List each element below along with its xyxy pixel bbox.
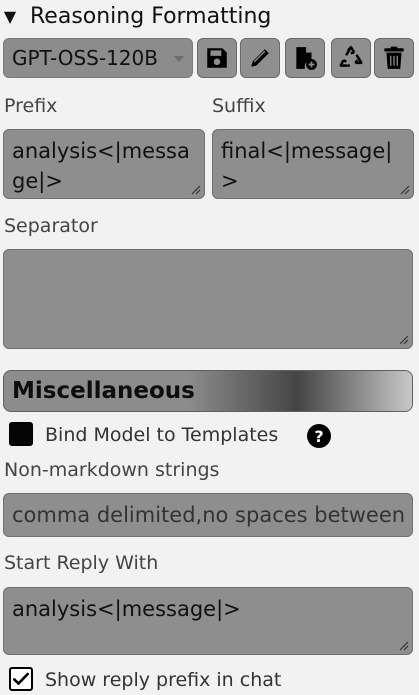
collapse-caret-icon[interactable]: ▼ (2, 7, 18, 26)
non-markdown-input[interactable]: comma delimited,no spaces between (3, 493, 413, 537)
resize-grip-icon[interactable] (397, 639, 409, 651)
dropdown-arrow-icon (174, 56, 184, 62)
start-reply-value: analysis<|message|> (12, 597, 241, 621)
prefix-textarea[interactable]: analysis<|message|> (3, 129, 205, 199)
recycle-icon (339, 45, 363, 67)
start-reply-textarea[interactable]: analysis<|message|> (3, 587, 413, 655)
non-markdown-placeholder: comma delimited,no spaces between (12, 503, 406, 527)
bind-model-label: Bind Model to Templates (45, 424, 279, 446)
show-prefix-checkbox[interactable] (9, 667, 33, 691)
resize-grip-icon[interactable] (397, 333, 409, 345)
new-file-icon (296, 47, 317, 70)
suffix-textarea[interactable]: final<|message|> (212, 129, 414, 199)
separator-label: Separator (4, 215, 98, 237)
resize-grip-icon[interactable] (398, 183, 410, 195)
new-preset-button[interactable] (285, 38, 325, 78)
non-markdown-label: Non-markdown strings (4, 459, 220, 481)
start-reply-label: Start Reply With (4, 552, 159, 574)
reasoning-formatting-header[interactable]: ▼ Reasoning Formatting (2, 0, 272, 32)
separator-textarea[interactable] (3, 249, 413, 349)
edit-icon (251, 49, 269, 67)
miscellaneous-title: Miscellaneous (12, 378, 195, 404)
checkmark-icon (13, 672, 29, 685)
bind-model-checkbox[interactable] (9, 422, 33, 446)
prefix-value: analysis<|message|> (12, 139, 190, 193)
suffix-value: final<|message|> (221, 139, 393, 193)
prefix-label: Prefix (4, 95, 58, 117)
section-title: Reasoning Formatting (30, 3, 272, 29)
preset-select-value: GPT-OSS-120B (12, 46, 158, 70)
rename-preset-button[interactable] (240, 38, 280, 78)
show-prefix-label: Show reply prefix in chat (45, 669, 282, 691)
help-icon[interactable]: ? (307, 424, 331, 448)
miscellaneous-section-header: Miscellaneous (3, 370, 413, 412)
delete-preset-button[interactable] (374, 38, 414, 78)
resize-grip-icon[interactable] (189, 183, 201, 195)
restore-preset-button[interactable] (331, 38, 371, 78)
suffix-label: Suffix (212, 95, 266, 117)
reasoning-preset-select[interactable]: GPT-OSS-120B (3, 38, 193, 78)
save-icon (207, 48, 227, 68)
save-preset-button[interactable] (197, 38, 237, 78)
delete-icon (384, 46, 404, 69)
